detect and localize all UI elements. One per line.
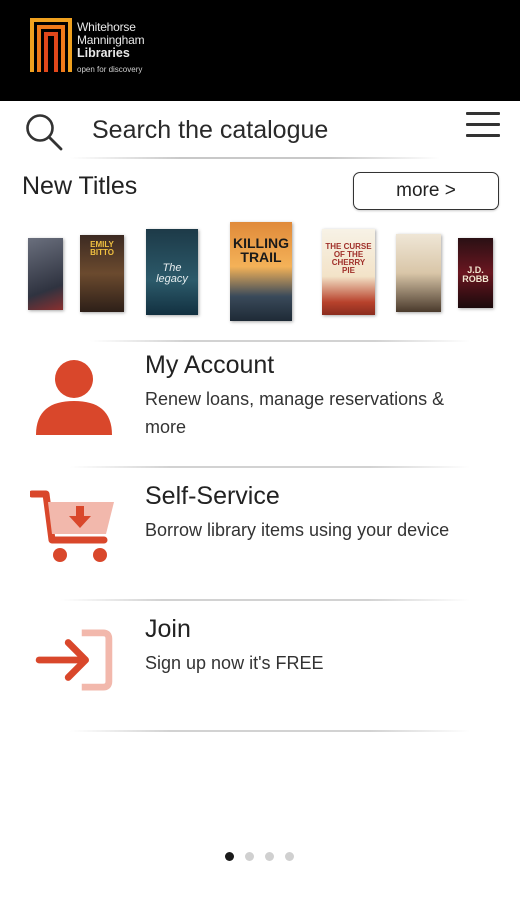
self-service-title: Self-Service (145, 482, 280, 510)
join-description: Sign up now it's FREE (145, 653, 324, 673)
book-cover[interactable]: KILLING TRAIL (230, 222, 292, 321)
join-item[interactable]: Join Sign up now it's FREE (0, 603, 520, 728)
self-service-item[interactable]: Self-Service Borrow library items using … (0, 470, 520, 595)
logo-tagline: open for discovery (77, 65, 143, 74)
my-account-description: Renew loans, manage reservations & more (145, 389, 445, 437)
search-icon[interactable] (24, 112, 64, 152)
section-divider (70, 730, 470, 732)
book-cover[interactable] (28, 238, 63, 310)
app-header: Whitehorse Manningham Libraries open for… (0, 0, 520, 101)
user-icon (36, 360, 112, 435)
search-bar (0, 101, 520, 157)
my-account-item[interactable]: My Account Renew loans, manage reservati… (0, 345, 520, 465)
book-cover[interactable]: EMILY BITTO (80, 235, 124, 312)
section-divider (70, 466, 470, 468)
book-cover[interactable] (396, 234, 441, 312)
search-input[interactable] (92, 111, 432, 149)
sign-in-icon (35, 629, 113, 691)
section-divider (60, 599, 470, 601)
section-divider (90, 340, 470, 342)
page-dot-2[interactable] (245, 852, 254, 861)
new-titles-heading: New Titles (22, 172, 138, 200)
logo-line-3: Libraries (77, 46, 130, 60)
cart-icon (30, 490, 114, 562)
page-dot-3[interactable] (265, 852, 274, 861)
my-account-title: My Account (145, 351, 275, 379)
more-titles-button[interactable]: more > (353, 172, 499, 210)
join-title: Join (145, 615, 191, 643)
page-dot-1[interactable] (225, 852, 234, 861)
search-divider (70, 157, 440, 159)
book-cover[interactable]: The legacy (146, 229, 198, 315)
page-dot-4[interactable] (285, 852, 294, 861)
page-indicator (225, 852, 305, 862)
book-cover[interactable]: J.D. ROBB (458, 238, 493, 308)
new-titles-carousel[interactable]: EMILY BITTO The legacy KILLING TRAIL THE… (0, 220, 520, 330)
self-service-description: Borrow library items using your device (145, 520, 450, 540)
library-logo-text: Whitehorse Manningham Libraries open for… (77, 21, 145, 76)
book-cover[interactable]: THE CURSE OF THE CHERRY PIE (322, 229, 375, 315)
hamburger-menu-icon[interactable] (466, 109, 500, 141)
library-logo-icon (30, 18, 72, 72)
